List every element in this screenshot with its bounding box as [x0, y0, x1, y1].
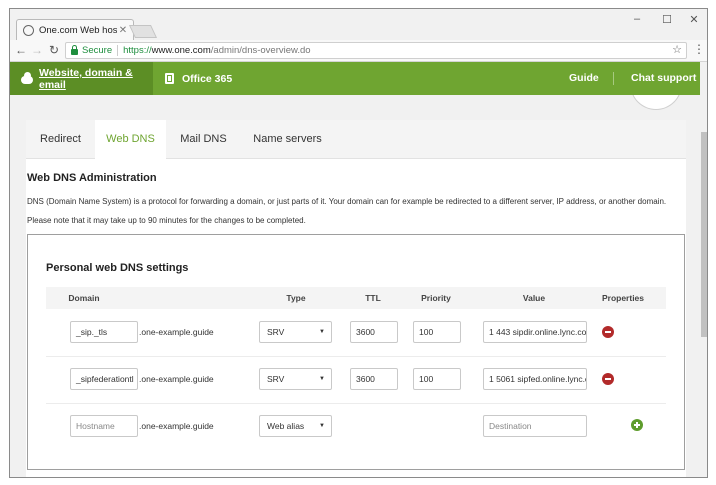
column-header-ttl: TTL — [365, 293, 381, 303]
type-select[interactable]: Web alias ▼ — [259, 415, 332, 437]
secure-label: Secure — [82, 45, 113, 56]
close-window-icon[interactable]: ✕ — [681, 13, 707, 26]
main-content: Redirect Web DNS Mail DNS Name servers W… — [26, 120, 686, 477]
column-header-domain: Domain — [68, 293, 100, 303]
tab-redirect[interactable]: Redirect — [26, 120, 95, 159]
ttl-input[interactable]: 3600 — [350, 368, 398, 390]
url-path: /admin/dns-overview.do — [210, 45, 311, 56]
nav-divider — [613, 72, 614, 85]
type-select[interactable]: SRV ▼ — [259, 321, 332, 343]
type-select[interactable]: SRV ▼ — [259, 368, 332, 390]
tab-name-servers[interactable]: Name servers — [241, 120, 334, 159]
minimize-icon[interactable]: – — [624, 13, 650, 25]
browser-menu-icon[interactable]: ⋮ — [693, 42, 705, 56]
column-header-properties: Properties — [601, 293, 645, 303]
back-icon[interactable]: ← — [13, 42, 29, 58]
url-host: www.one.com — [151, 45, 211, 56]
page-viewport: Website, domain & email Office 365 Guide… — [10, 62, 700, 477]
tab-close-icon[interactable]: ✕ — [117, 25, 129, 36]
dns-settings-card: Personal web DNS settings Domain Type TT… — [27, 234, 685, 470]
tab-strip: One.com Web hosting ✕ – ☐ ✕ — [10, 9, 707, 41]
priority-input[interactable]: 100 — [413, 321, 461, 343]
chevron-down-icon: ▼ — [319, 376, 325, 382]
column-header-priority: Priority — [421, 293, 451, 303]
chevron-down-icon: ▼ — [319, 329, 325, 335]
tab-title: One.com Web hosting — [39, 25, 117, 36]
nav-chat-support-link[interactable]: Chat support — [631, 62, 696, 95]
type-select-value: SRV — [267, 374, 285, 384]
dns-tabs: Redirect Web DNS Mail DNS Name servers — [26, 120, 686, 160]
address-bar[interactable]: Secure https://www.one.com/admin/dns-ove… — [65, 42, 687, 59]
tab-web-dns[interactable]: Web DNS — [95, 120, 166, 160]
top-navigation: Website, domain & email Office 365 Guide… — [10, 62, 700, 95]
reload-icon[interactable]: ↻ — [46, 42, 62, 58]
destination-input[interactable]: Destination — [483, 415, 587, 437]
remove-record-icon[interactable] — [602, 326, 614, 338]
note-text: Please note that it may take up to 90 mi… — [27, 216, 306, 225]
favicon-icon — [23, 25, 34, 36]
remove-record-icon[interactable] — [602, 373, 614, 385]
chevron-down-icon: ▼ — [319, 423, 325, 429]
column-header-value: Value — [522, 293, 546, 303]
table-header: Domain Type TTL Priority Value Propertie… — [46, 287, 666, 309]
maximize-icon[interactable]: ☐ — [654, 13, 680, 26]
new-tab-button[interactable] — [128, 25, 158, 38]
page-title: Web DNS Administration — [27, 172, 157, 184]
type-select-value: Web alias — [267, 421, 305, 431]
card-title: Personal web DNS settings — [46, 262, 189, 274]
domain-input[interactable]: _sipfederationtl — [70, 368, 138, 390]
priority-input[interactable]: 100 — [413, 368, 461, 390]
add-record-icon[interactable] — [631, 419, 643, 431]
domain-input[interactable]: _sip._tls — [70, 321, 138, 343]
ttl-input[interactable]: 3600 — [350, 321, 398, 343]
description-text: DNS (Domain Name System) is a protocol f… — [27, 197, 667, 206]
domain-suffix: .one-example.guide — [139, 374, 214, 384]
nav-guide-link[interactable]: Guide — [569, 62, 599, 95]
tab-mail-dns[interactable]: Mail DNS — [166, 120, 241, 159]
vertical-scrollbar[interactable] — [700, 62, 707, 477]
row-divider — [46, 403, 666, 404]
value-input[interactable]: 1 443 sipdir.online.lync.co — [483, 321, 587, 343]
url-protocol: https:// — [123, 45, 152, 56]
type-select-value: SRV — [267, 327, 285, 337]
row-divider — [46, 356, 666, 357]
forward-icon[interactable]: → — [29, 42, 45, 58]
domain-suffix: .one-example.guide — [139, 421, 214, 431]
nav-website-domain-email[interactable]: Website, domain & email — [10, 62, 153, 95]
lock-icon — [71, 45, 78, 55]
nav-website-label: Website, domain & email — [39, 66, 133, 91]
hostname-input[interactable]: Hostname — [70, 415, 138, 437]
nav-office-365[interactable]: Office 365 — [165, 62, 232, 95]
office-icon — [165, 73, 174, 84]
bookmark-star-icon[interactable]: ☆ — [672, 43, 682, 56]
address-separator — [117, 45, 119, 56]
cloud-icon — [21, 71, 33, 84]
scrollbar-thumb[interactable] — [701, 132, 707, 337]
browser-toolbar: ← → ↻ Secure https://www.one.com/admin/d… — [10, 40, 707, 62]
nav-office-label: Office 365 — [182, 72, 233, 85]
column-header-type: Type — [286, 293, 306, 303]
browser-window: One.com Web hosting ✕ – ☐ ✕ ← → ↻ Secure… — [9, 8, 708, 478]
browser-tab[interactable]: One.com Web hosting ✕ — [16, 19, 134, 41]
domain-suffix: .one-example.guide — [139, 327, 214, 337]
value-input[interactable]: 1 5061 sipfed.online.lync.c — [483, 368, 587, 390]
